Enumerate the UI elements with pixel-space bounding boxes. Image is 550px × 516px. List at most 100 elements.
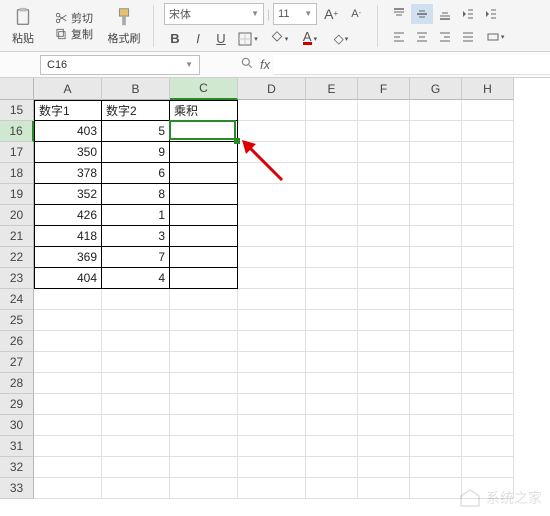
cell-E24[interactable] — [306, 289, 358, 310]
cell-A21[interactable]: 418 — [34, 226, 102, 247]
cell-C31[interactable] — [170, 436, 238, 457]
cell-C17[interactable] — [170, 142, 238, 163]
cell-A17[interactable]: 350 — [34, 142, 102, 163]
cell-G25[interactable] — [410, 310, 462, 331]
cell-C26[interactable] — [170, 331, 238, 352]
cell-F22[interactable] — [358, 247, 410, 268]
cell-B16[interactable]: 5 — [102, 121, 170, 142]
cell-C30[interactable] — [170, 415, 238, 436]
cell-B18[interactable]: 6 — [102, 163, 170, 184]
cell-H30[interactable] — [462, 415, 514, 436]
cell-B25[interactable] — [102, 310, 170, 331]
cell-B32[interactable] — [102, 457, 170, 478]
align-center-button[interactable] — [411, 27, 433, 47]
cell-E33[interactable] — [306, 478, 358, 499]
cell-A31[interactable] — [34, 436, 102, 457]
column-header-E[interactable]: E — [306, 78, 358, 100]
cell-A19[interactable]: 352 — [34, 184, 102, 205]
cell-H18[interactable] — [462, 163, 514, 184]
cell-H15[interactable] — [462, 100, 514, 121]
cell-D32[interactable] — [238, 457, 306, 478]
cell-C21[interactable] — [170, 226, 238, 247]
cell-E21[interactable] — [306, 226, 358, 247]
cell-G24[interactable] — [410, 289, 462, 310]
cell-D26[interactable] — [238, 331, 306, 352]
cell-H26[interactable] — [462, 331, 514, 352]
cell-C20[interactable] — [170, 205, 238, 226]
cell-A27[interactable] — [34, 352, 102, 373]
increase-indent-button[interactable] — [480, 4, 502, 24]
cell-B23[interactable]: 4 — [102, 268, 170, 289]
fx-button[interactable]: fx — [260, 57, 270, 72]
cell-H21[interactable] — [462, 226, 514, 247]
align-middle-button[interactable] — [411, 4, 433, 24]
decrease-indent-button[interactable] — [457, 4, 479, 24]
cell-D23[interactable] — [238, 268, 306, 289]
cell-D20[interactable] — [238, 205, 306, 226]
font-color-button[interactable]: A ▾ — [295, 29, 325, 49]
cell-A33[interactable] — [34, 478, 102, 499]
decrease-font-button[interactable]: A- — [345, 4, 367, 24]
cell-H23[interactable] — [462, 268, 514, 289]
column-header-G[interactable]: G — [410, 78, 462, 100]
cell-G30[interactable] — [410, 415, 462, 436]
cell-G22[interactable] — [410, 247, 462, 268]
formula-input[interactable] — [274, 55, 550, 75]
cell-D18[interactable] — [238, 163, 306, 184]
cell-D25[interactable] — [238, 310, 306, 331]
cell-H25[interactable] — [462, 310, 514, 331]
cell-E15[interactable] — [306, 100, 358, 121]
cell-F20[interactable] — [358, 205, 410, 226]
cell-C18[interactable] — [170, 163, 238, 184]
cell-A16[interactable]: 403 — [34, 121, 102, 142]
cell-G21[interactable] — [410, 226, 462, 247]
cell-B19[interactable]: 8 — [102, 184, 170, 205]
row-header-18[interactable]: 18 — [0, 163, 34, 184]
cell-F15[interactable] — [358, 100, 410, 121]
cell-A32[interactable] — [34, 457, 102, 478]
cell-E28[interactable] — [306, 373, 358, 394]
format-painter-button[interactable]: 格式刷 — [105, 3, 143, 49]
cell-H17[interactable] — [462, 142, 514, 163]
cell-B20[interactable]: 1 — [102, 205, 170, 226]
cell-G26[interactable] — [410, 331, 462, 352]
cell-E23[interactable] — [306, 268, 358, 289]
cell-A18[interactable]: 378 — [34, 163, 102, 184]
cell-D17[interactable] — [238, 142, 306, 163]
cell-G16[interactable] — [410, 121, 462, 142]
fill-color-button[interactable]: ▾ — [264, 29, 294, 49]
cell-E32[interactable] — [306, 457, 358, 478]
row-header-20[interactable]: 20 — [0, 205, 34, 226]
cell-H32[interactable] — [462, 457, 514, 478]
cell-E26[interactable] — [306, 331, 358, 352]
cell-D33[interactable] — [238, 478, 306, 499]
cell-B21[interactable]: 3 — [102, 226, 170, 247]
cell-G33[interactable] — [410, 478, 462, 499]
bold-button[interactable]: B — [164, 29, 186, 49]
cell-G29[interactable] — [410, 394, 462, 415]
cell-D22[interactable] — [238, 247, 306, 268]
cell-F30[interactable] — [358, 415, 410, 436]
cell-D27[interactable] — [238, 352, 306, 373]
cell-F33[interactable] — [358, 478, 410, 499]
cell-F32[interactable] — [358, 457, 410, 478]
cell-D29[interactable] — [238, 394, 306, 415]
cell-G32[interactable] — [410, 457, 462, 478]
cell-D21[interactable] — [238, 226, 306, 247]
cell-H31[interactable] — [462, 436, 514, 457]
merge-button[interactable]: ▾ — [480, 27, 510, 47]
justify-button[interactable] — [457, 27, 479, 47]
cell-H29[interactable] — [462, 394, 514, 415]
cell-C23[interactable] — [170, 268, 238, 289]
cell-H19[interactable] — [462, 184, 514, 205]
cell-C28[interactable] — [170, 373, 238, 394]
row-header-23[interactable]: 23 — [0, 268, 34, 289]
cell-F24[interactable] — [358, 289, 410, 310]
cell-H20[interactable] — [462, 205, 514, 226]
cell-C15[interactable]: 乘积 — [170, 100, 238, 121]
cell-E16[interactable] — [306, 121, 358, 142]
row-header-19[interactable]: 19 — [0, 184, 34, 205]
cell-D15[interactable] — [238, 100, 306, 121]
cell-B26[interactable] — [102, 331, 170, 352]
align-bottom-button[interactable] — [434, 4, 456, 24]
